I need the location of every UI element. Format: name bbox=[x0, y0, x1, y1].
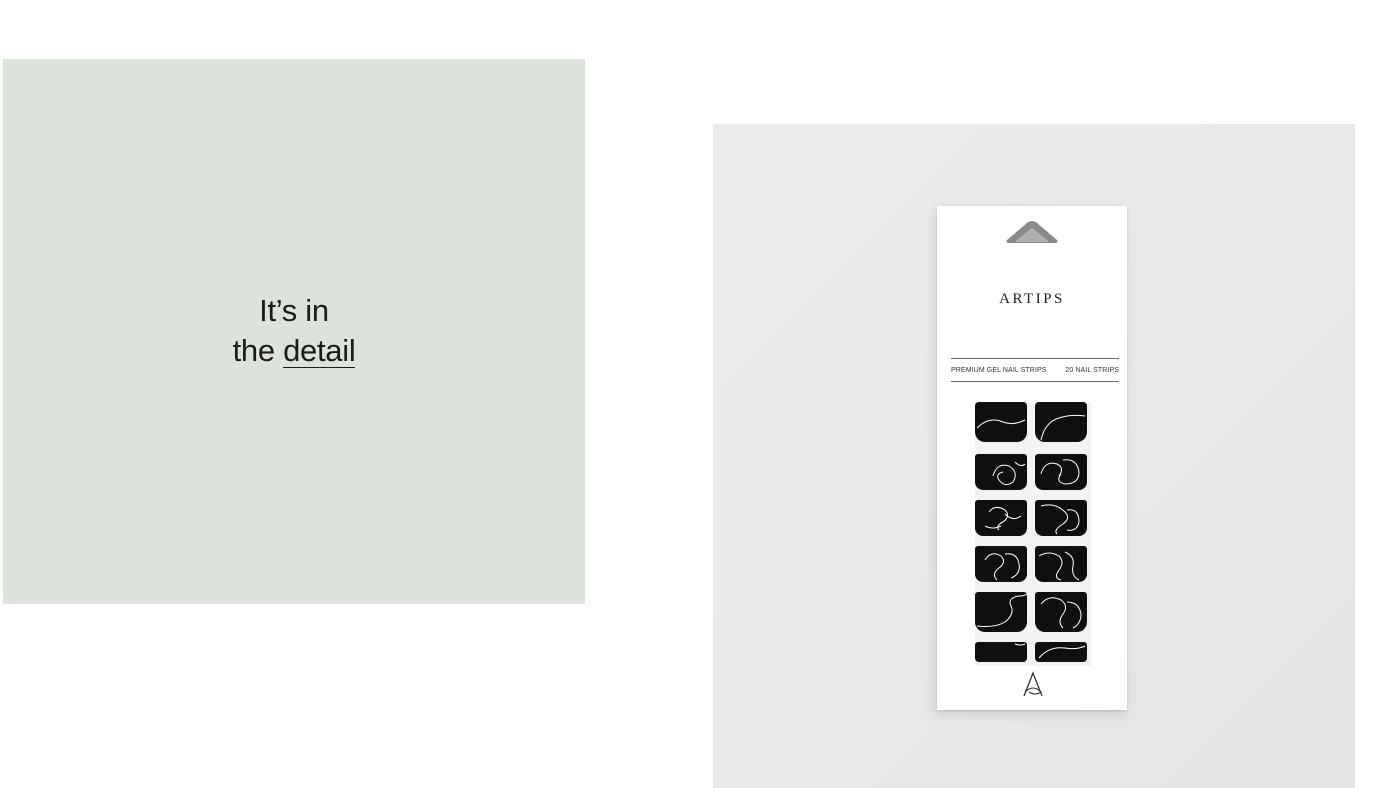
headline-line-2: the detail bbox=[3, 331, 585, 371]
product-info-bar: PREMIUM GEL NAIL STRIPS 20 NAIL STRIPS bbox=[951, 358, 1119, 382]
nail-strips-sheet bbox=[975, 402, 1091, 666]
nail-strip bbox=[1035, 402, 1087, 442]
nail-strip bbox=[1035, 642, 1087, 662]
nail-strip bbox=[1035, 546, 1087, 582]
strip-count-label: 20 NAIL STRIPS bbox=[1065, 366, 1119, 374]
headline-panel: It’s in the detail bbox=[3, 59, 585, 604]
product-card: ARTIPS PREMIUM GEL NAIL STRIPS 20 NAIL S… bbox=[937, 206, 1127, 710]
nail-strip bbox=[1035, 592, 1087, 632]
product-type-label: PREMIUM GEL NAIL STRIPS bbox=[951, 366, 1047, 374]
brand-name: ARTIPS bbox=[999, 291, 1065, 307]
nail-strip bbox=[975, 402, 1027, 442]
nail-strip bbox=[975, 546, 1027, 582]
nail-strip bbox=[975, 592, 1027, 632]
nail-strip bbox=[975, 454, 1027, 490]
nail-strip bbox=[1035, 454, 1087, 490]
hang-hole-icon bbox=[1006, 221, 1058, 243]
nail-strip bbox=[975, 642, 1027, 662]
nail-strip bbox=[1035, 500, 1087, 536]
product-photo-panel: ARTIPS PREMIUM GEL NAIL STRIPS 20 NAIL S… bbox=[713, 124, 1355, 788]
headline-emphasis-word: detail bbox=[283, 333, 356, 368]
nail-strip bbox=[975, 500, 1027, 536]
artips-logo-icon bbox=[1023, 671, 1043, 697]
headline: It’s in the detail bbox=[3, 291, 585, 371]
headline-line-2-prefix: the bbox=[232, 333, 284, 368]
headline-line-1: It’s in bbox=[259, 293, 329, 328]
